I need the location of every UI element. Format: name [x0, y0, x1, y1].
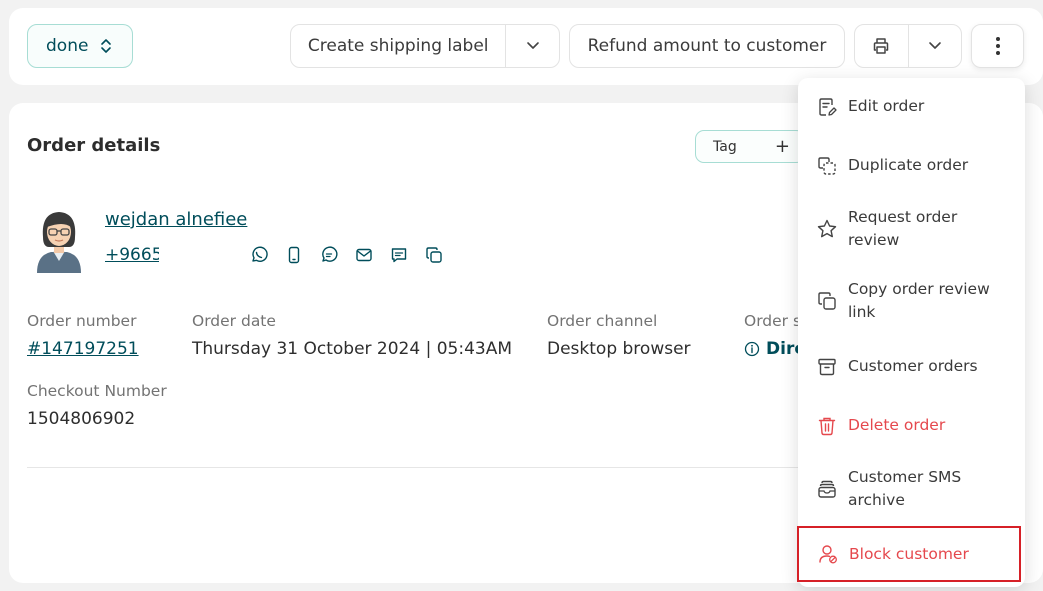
user-block-icon	[817, 543, 839, 565]
refund-group: Refund amount to customer	[569, 24, 845, 68]
menu-item-delete-order[interactable]: Delete order	[798, 413, 1025, 438]
customer-avatar	[29, 207, 89, 273]
email-icon[interactable]	[355, 246, 373, 264]
order-channel-value: Desktop browser	[547, 339, 691, 359]
menu-item-customer-orders[interactable]: Customer orders	[798, 354, 1025, 379]
sms-icon[interactable]	[390, 246, 408, 264]
menu-item-duplicate-order[interactable]: Duplicate order	[798, 153, 1025, 178]
order-number-link[interactable]: #147197251	[27, 339, 139, 359]
menu-label-customer-orders: Customer orders	[848, 357, 978, 375]
copy-icon	[816, 290, 838, 312]
order-number-label: Order number	[27, 312, 137, 330]
order-toolbar: done Create shipping label Refund amount…	[9, 8, 1043, 85]
menu-label-sms-archive: Customer SMS archive	[848, 468, 962, 509]
order-date-label: Order date	[192, 312, 276, 330]
menu-label-delete-order: Delete order	[848, 416, 946, 434]
duplicate-icon	[816, 155, 838, 177]
checkout-number-value: 1504806902	[27, 409, 136, 429]
star-icon	[816, 218, 838, 240]
order-status-select[interactable]: done	[27, 24, 133, 68]
mobile-phone-icon[interactable]	[285, 246, 303, 264]
whatsapp-icon[interactable]	[250, 246, 268, 264]
menu-item-sms-archive[interactable]: Customer SMS archive	[798, 466, 1025, 512]
menu-item-edit-order[interactable]: Edit order	[798, 94, 1025, 119]
menu-label-edit-order: Edit order	[848, 97, 925, 115]
chevron-down-icon	[526, 41, 540, 51]
shipping-label-group: Create shipping label	[290, 24, 560, 68]
inbox-icon	[816, 478, 838, 500]
chevron-down-icon	[928, 41, 942, 51]
order-source-value: Dire	[744, 339, 806, 359]
menu-item-copy-review-link[interactable]: Copy order review link	[798, 278, 1025, 324]
checkout-number-label: Checkout Number	[27, 382, 167, 400]
more-actions-menu: Edit order Duplicate order Request order…	[797, 78, 1025, 587]
add-tag-button[interactable]: Tag +	[695, 130, 805, 163]
archive-box-icon	[816, 356, 838, 378]
menu-label-block-customer: Block customer	[849, 544, 969, 563]
order-channel-label: Order channel	[547, 312, 658, 330]
menu-item-request-review[interactable]: Request order review	[798, 206, 1025, 252]
refund-text: Refund amount to customer	[587, 36, 827, 56]
chevron-up-down-icon	[100, 38, 112, 54]
printer-icon	[872, 37, 890, 55]
more-actions-button[interactable]	[971, 24, 1024, 68]
print-button[interactable]	[855, 25, 908, 67]
chat-bubble-icon[interactable]	[320, 246, 338, 264]
customer-name-link[interactable]: wejdan alnefiee	[105, 209, 247, 230]
customer-phone-link[interactable]: +9665	[105, 245, 159, 265]
menu-item-block-customer[interactable]: Block customer	[797, 526, 1021, 582]
section-divider	[27, 467, 827, 468]
order-date-value: Thursday 31 October 2024 | 05:43AM	[192, 339, 513, 359]
create-shipping-label-text: Create shipping label	[307, 36, 489, 56]
plus-icon: +	[774, 136, 790, 157]
copy-icon[interactable]	[425, 246, 443, 264]
print-options-dropdown[interactable]	[907, 25, 961, 67]
card-title: Order details	[27, 135, 161, 156]
edit-order-icon	[816, 96, 838, 118]
order-source-label: Order s	[744, 312, 802, 330]
contact-icons-row	[250, 246, 443, 264]
tag-label: Tag	[713, 138, 737, 155]
create-shipping-label-button[interactable]: Create shipping label	[291, 25, 505, 67]
trash-icon	[816, 415, 838, 437]
print-group	[854, 24, 962, 68]
menu-label-request-review: Request order review	[848, 208, 958, 249]
info-icon	[744, 341, 760, 357]
order-status-value: done	[46, 36, 89, 56]
menu-label-copy-review-link: Copy order review link	[848, 280, 990, 321]
refund-button[interactable]: Refund amount to customer	[570, 25, 844, 67]
shipping-options-dropdown[interactable]	[505, 25, 559, 67]
kebab-menu-icon	[995, 36, 1001, 56]
menu-label-duplicate-order: Duplicate order	[848, 156, 969, 174]
